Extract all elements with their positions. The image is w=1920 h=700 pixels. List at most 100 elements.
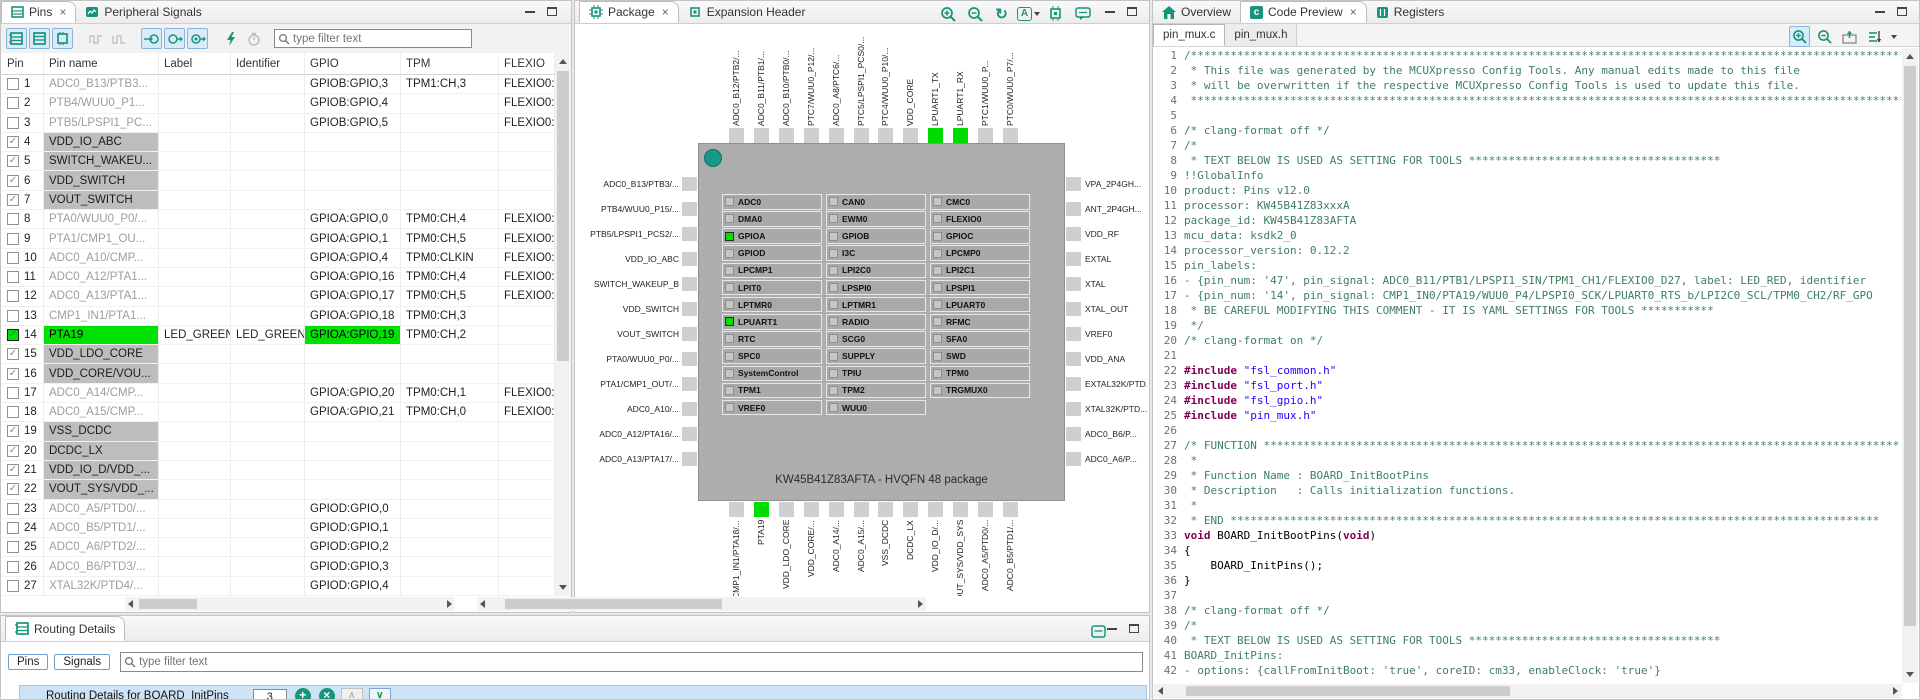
tab-expansion-header[interactable]: Expansion Header xyxy=(679,1,815,23)
peripheral-checkbox[interactable] xyxy=(933,352,942,361)
peripheral-block[interactable]: SWD xyxy=(930,348,1030,364)
peripheral-checkbox[interactable] xyxy=(829,334,838,343)
peripheral-checkbox[interactable] xyxy=(933,317,942,326)
peripheral-block[interactable]: I3C xyxy=(826,245,926,261)
peripheral-checkbox[interactable] xyxy=(725,249,734,258)
package-pin-bottom[interactable] xyxy=(829,502,844,517)
peripheral-block[interactable]: GPIOC xyxy=(930,228,1030,244)
peripheral-block[interactable]: LPI2C1 xyxy=(930,263,1030,279)
routing-filter-input[interactable] xyxy=(139,656,1142,668)
peripheral-checkbox[interactable] xyxy=(933,300,942,309)
column-header[interactable]: Pin name xyxy=(44,53,159,74)
pin-checkbox[interactable] xyxy=(7,348,19,360)
table-row[interactable]: 13CMP1_IN1/PTA1...GPIOA:GPIO,18TPM0:CH,3 xyxy=(2,307,555,326)
package-pin-bottom[interactable] xyxy=(928,502,943,517)
package-pin-bottom[interactable] xyxy=(754,502,769,517)
package-pin-left[interactable] xyxy=(682,452,697,466)
package-pin-right[interactable] xyxy=(1066,352,1081,366)
pin-checkbox[interactable] xyxy=(7,580,19,592)
routing-count-spinner[interactable]: 3 xyxy=(253,689,287,700)
package-pin-top[interactable] xyxy=(779,128,794,143)
table-row[interactable]: 20DCDC_LX xyxy=(2,442,555,461)
column-header[interactable]: FLEXIO xyxy=(499,53,555,74)
package-pin-bottom[interactable] xyxy=(1003,502,1018,517)
column-header[interactable]: GPIO xyxy=(305,53,401,74)
package-pin-bottom[interactable] xyxy=(978,502,993,517)
table-row[interactable]: 9PTA1/CMP1_OU...GPIOA:GPIO,1TPM0:CH,5FLE… xyxy=(2,229,555,248)
remove-circle-icon[interactable]: × xyxy=(319,688,335,700)
peripheral-checkbox[interactable] xyxy=(725,266,734,275)
peripheral-block[interactable]: LPSPI0 xyxy=(826,280,926,296)
package-pin-right[interactable] xyxy=(1066,427,1081,441)
peripheral-block[interactable]: LPTMR1 xyxy=(826,297,926,313)
peripheral-checkbox[interactable] xyxy=(829,369,838,378)
peripheral-block[interactable]: LPCMP1 xyxy=(722,263,822,279)
pins-vscrollbar[interactable] xyxy=(555,53,571,596)
show-pins-view-button[interactable] xyxy=(6,28,27,49)
package-pin-top[interactable] xyxy=(854,128,869,143)
table-row[interactable]: 19VSS_DCDC xyxy=(2,422,555,441)
table-row[interactable]: 6VDD_SWITCH xyxy=(2,171,555,190)
package-pin-top[interactable] xyxy=(953,128,968,143)
peripheral-checkbox[interactable] xyxy=(725,300,734,309)
column-header[interactable]: Label xyxy=(159,53,231,74)
peripheral-block[interactable]: SystemControl xyxy=(722,366,822,382)
package-pin-top[interactable] xyxy=(829,128,844,143)
peripheral-block[interactable]: LPIT0 xyxy=(722,280,822,296)
routing-signals-button[interactable]: Signals xyxy=(54,654,110,670)
package-pin-left[interactable] xyxy=(682,402,697,416)
pin-checkbox[interactable] xyxy=(7,445,19,457)
table-row[interactable]: 25ADC0_A6/PTD2/...GPIOD:GPIO,2 xyxy=(2,538,555,557)
tab-peripheral-signals[interactable]: Peripheral Signals xyxy=(76,1,210,23)
peripheral-block[interactable]: EWM0 xyxy=(826,211,926,227)
peripheral-block[interactable]: SPC0 xyxy=(722,348,822,364)
tab-pin-mux-h[interactable]: pin_mux.h xyxy=(1225,24,1297,46)
peripheral-block[interactable]: GPIOD xyxy=(722,245,822,261)
peripheral-block[interactable]: SCG0 xyxy=(826,331,926,347)
show-package-view-button[interactable] xyxy=(52,28,73,49)
package-pin-top[interactable] xyxy=(903,128,918,143)
code-editor[interactable]: 1/**************************************… xyxy=(1155,48,1901,683)
package-pin-right[interactable] xyxy=(1066,202,1081,216)
peripheral-block[interactable]: TRGMUX0 xyxy=(930,383,1030,399)
peripheral-block[interactable]: GPIOB xyxy=(826,228,926,244)
peripheral-checkbox[interactable] xyxy=(829,266,838,275)
package-pin-bottom[interactable] xyxy=(878,502,893,517)
peripheral-block[interactable]: TPIU xyxy=(826,366,926,382)
view-menu-icon[interactable] xyxy=(1088,621,1109,642)
package-pin-right[interactable] xyxy=(1066,277,1081,291)
column-header[interactable]: TPM xyxy=(401,53,499,74)
peripheral-checkbox[interactable] xyxy=(725,232,734,241)
package-pin-right[interactable] xyxy=(1066,302,1081,316)
zoom-in-icon[interactable] xyxy=(937,3,958,24)
chip-view-icon[interactable] xyxy=(1045,3,1066,24)
waveform-filled-icon[interactable] xyxy=(108,28,129,49)
package-pin-bottom[interactable] xyxy=(779,502,794,517)
package-pin-top[interactable] xyxy=(878,128,893,143)
peripheral-block[interactable]: RTC xyxy=(722,331,822,347)
peripheral-checkbox[interactable] xyxy=(725,386,734,395)
pin-checkbox[interactable] xyxy=(7,329,19,341)
package-pin-right[interactable] xyxy=(1066,377,1081,391)
pin-checkbox[interactable] xyxy=(7,503,19,515)
peripheral-checkbox[interactable] xyxy=(829,352,838,361)
close-icon[interactable]: × xyxy=(59,5,66,19)
table-row[interactable]: 14PTA19LED_GREENLED_GREENGPIOA:GPIO,19TP… xyxy=(2,326,555,345)
table-row[interactable]: 7VOUT_SWITCH xyxy=(2,191,555,210)
peripheral-checkbox[interactable] xyxy=(933,334,942,343)
table-row[interactable]: 10ADC0_A10/CMP...GPIOA:GPIO,4TPM0:CLKINF… xyxy=(2,249,555,268)
code-vscrollbar[interactable] xyxy=(1902,48,1918,683)
package-pin-right[interactable] xyxy=(1066,402,1081,416)
package-pin-right[interactable] xyxy=(1066,177,1081,191)
add-circle-icon[interactable]: + xyxy=(295,688,311,700)
chevron-up-icon[interactable]: ∧ xyxy=(341,688,363,700)
package-pin-bottom[interactable] xyxy=(903,502,918,517)
peripheral-checkbox[interactable] xyxy=(829,214,838,223)
table-row[interactable]: 16VDD_CORE/VOU... xyxy=(2,364,555,383)
package-pin-left[interactable] xyxy=(682,277,697,291)
package-pin-right[interactable] xyxy=(1066,252,1081,266)
peripheral-block[interactable]: LPUART0 xyxy=(930,297,1030,313)
table-row[interactable]: 27XTAL32K/PTD4/...GPIOD:GPIO,4 xyxy=(2,577,555,596)
peripheral-block[interactable]: CMC0 xyxy=(930,194,1030,210)
package-pin-left[interactable] xyxy=(682,352,697,366)
